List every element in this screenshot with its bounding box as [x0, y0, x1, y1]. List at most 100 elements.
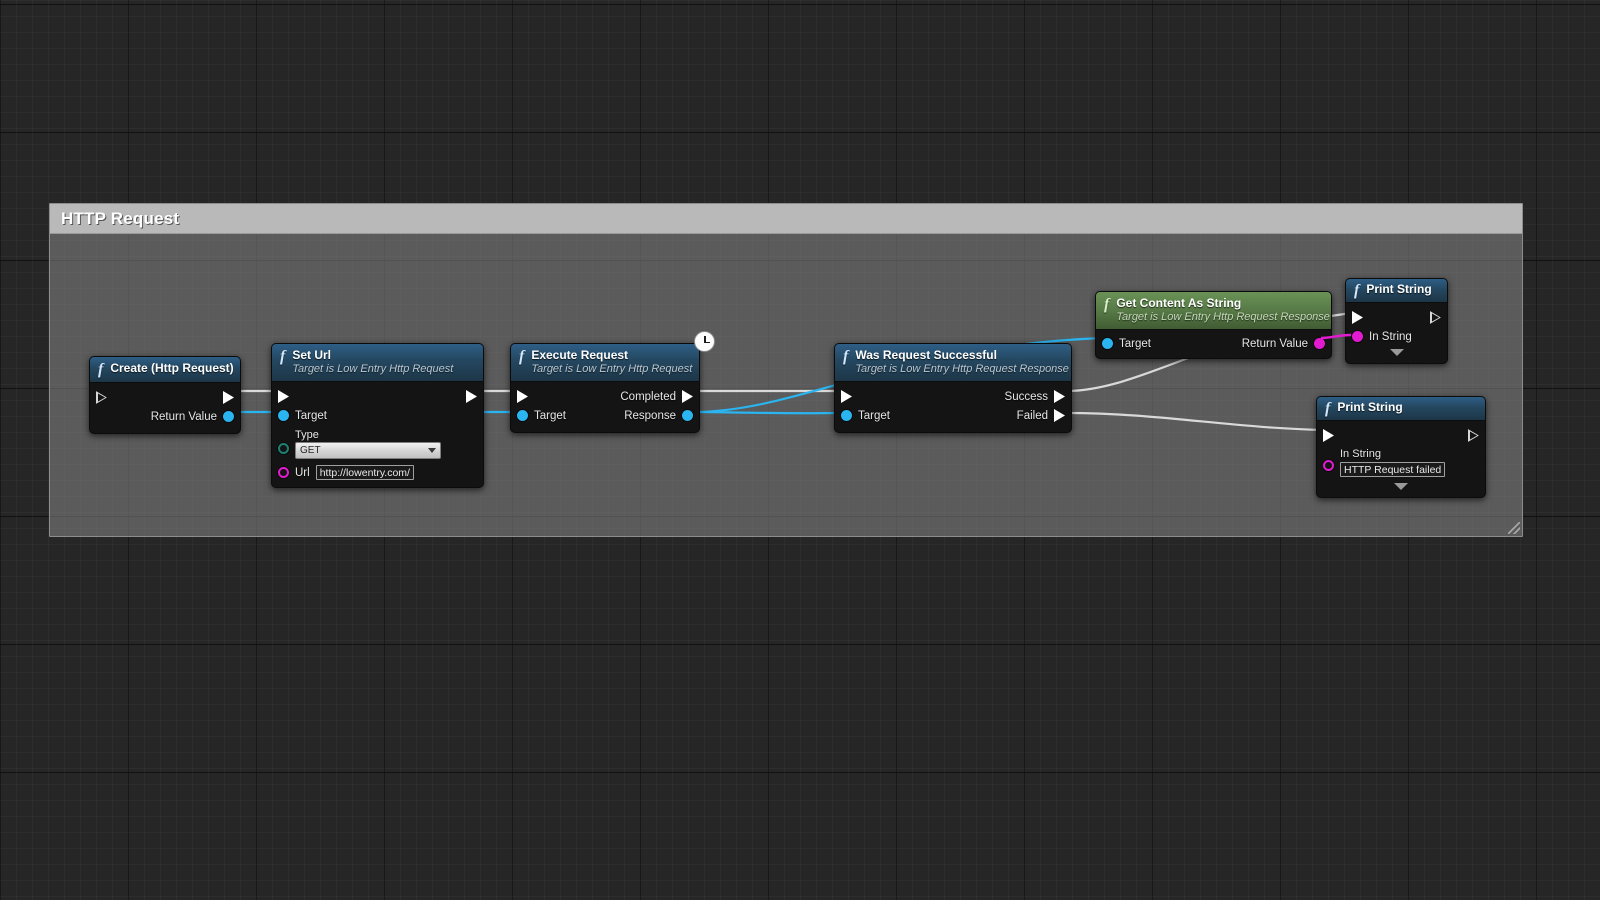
- pin-in-string[interactable]: [1317, 448, 1334, 471]
- pin-label: Completed: [620, 390, 676, 403]
- node-was-request-successful[interactable]: f Was Request Successful Target is Low E…: [834, 343, 1072, 433]
- node-subtitle: Target is Low Entry Http Request Respons…: [855, 363, 1069, 375]
- pin-exec-out[interactable]: [466, 390, 483, 403]
- exec-pin-icon: [1468, 429, 1479, 442]
- pin-label: Url: [295, 466, 310, 479]
- pin-response[interactable]: Response: [624, 410, 699, 422]
- node-header[interactable]: f Get Content As String Target is Low En…: [1096, 292, 1331, 330]
- exec-pin-icon: [1054, 390, 1065, 403]
- string-pin-icon: [1352, 331, 1363, 342]
- exec-pin-icon: [682, 390, 693, 403]
- function-icon: f: [280, 348, 286, 365]
- exec-pin-icon: [466, 390, 477, 403]
- node-title: Print String: [1366, 282, 1432, 296]
- node-header[interactable]: f Create (Http Request): [90, 357, 240, 383]
- node-subtitle: Target is Low Entry Http Request: [292, 363, 454, 375]
- string-pin-icon: [278, 467, 289, 478]
- exec-pin-icon: [1054, 409, 1065, 422]
- pin-exec-out[interactable]: [223, 391, 240, 404]
- pin-url[interactable]: Url: [272, 467, 310, 479]
- exec-pin-icon: [841, 390, 852, 403]
- enum-pin-icon: [278, 443, 289, 454]
- pin-exec-in[interactable]: [272, 390, 289, 403]
- node-header[interactable]: f Print String: [1317, 397, 1485, 421]
- node-subtitle: Target is Low Entry Http Request Respons…: [1116, 311, 1330, 323]
- type-dropdown[interactable]: GET: [295, 442, 441, 459]
- in-string-input[interactable]: HTTP Request failed: [1340, 462, 1446, 477]
- pin-return-value[interactable]: Return Value: [151, 411, 240, 423]
- type-field-label: Type: [295, 429, 319, 441]
- node-create-http-request[interactable]: f Create (Http Request) Return Value: [89, 356, 241, 434]
- pin-label: Response: [624, 409, 676, 422]
- node-set-url[interactable]: f Set Url Target is Low Entry Http Reque…: [271, 343, 484, 488]
- pin-target[interactable]: Target: [835, 410, 890, 422]
- pin-target[interactable]: Target: [1096, 338, 1151, 350]
- expand-advanced-pins-icon[interactable]: [1394, 483, 1408, 490]
- node-title: Print String: [1337, 400, 1403, 414]
- pin-exec-in[interactable]: [90, 391, 107, 404]
- object-pin-icon: [682, 410, 693, 421]
- pin-exec-in[interactable]: [1317, 429, 1334, 442]
- exec-pin-icon: [1352, 311, 1363, 324]
- node-print-string-failed[interactable]: f Print String In String HTTP Request fa…: [1316, 396, 1486, 498]
- exec-pin-icon: [96, 391, 107, 404]
- node-title: Was Request Successful: [855, 348, 997, 362]
- comment-box-header[interactable]: HTTP Request: [50, 204, 1522, 234]
- pin-in-string[interactable]: In String: [1346, 331, 1412, 343]
- pin-label: Return Value: [150, 410, 217, 423]
- string-pin-icon: [1323, 460, 1334, 471]
- node-title: Set Url: [292, 348, 332, 362]
- node-header[interactable]: f Set Url Target is Low Entry Http Reque…: [272, 344, 483, 382]
- pin-label: Target: [1119, 337, 1151, 350]
- pin-exec-out[interactable]: [1468, 429, 1485, 442]
- exec-pin-icon: [278, 390, 289, 403]
- pin-exec-in[interactable]: [1346, 311, 1363, 324]
- pin-target[interactable]: Target: [272, 410, 327, 422]
- pin-return-value[interactable]: Return Value: [1242, 338, 1331, 350]
- url-input[interactable]: http://lowentry.com/: [315, 465, 414, 480]
- node-title: Execute Request: [531, 348, 629, 362]
- function-icon: f: [843, 348, 849, 365]
- function-icon: f: [1104, 296, 1110, 313]
- blueprint-graph-canvas[interactable]: HTTP Request f Create (Http Request) Ret…: [0, 0, 1600, 900]
- node-title: Get Content As String: [1116, 296, 1242, 310]
- node-subtitle: Target is Low Entry Http Request: [531, 363, 693, 375]
- object-pin-icon: [278, 410, 289, 421]
- pin-success[interactable]: Success: [1005, 390, 1071, 403]
- node-body: In String HTTP Request failed: [1317, 421, 1485, 497]
- pin-label: Failed: [1016, 409, 1048, 422]
- node-header[interactable]: f Print String: [1346, 279, 1447, 303]
- expand-advanced-pins-icon[interactable]: [1389, 349, 1404, 356]
- pin-completed[interactable]: Completed: [620, 390, 699, 403]
- exec-pin-icon: [517, 390, 528, 403]
- node-print-string-success[interactable]: f Print String In String: [1345, 278, 1448, 364]
- node-header[interactable]: f Was Request Successful Target is Low E…: [835, 344, 1071, 382]
- comment-resize-handle-icon[interactable]: [1508, 522, 1520, 534]
- object-pin-icon: [1102, 338, 1113, 349]
- pin-exec-in[interactable]: [835, 390, 852, 403]
- in-string-field-label: In String: [1340, 448, 1381, 460]
- pin-label: Return Value: [1241, 337, 1308, 350]
- latent-clock-icon: [694, 331, 715, 352]
- pin-exec-in[interactable]: [511, 390, 528, 403]
- chevron-down-icon: [428, 448, 436, 453]
- node-body: Return Value: [90, 383, 240, 433]
- pin-target[interactable]: Target: [511, 410, 566, 422]
- pin-label: In String: [1369, 330, 1412, 343]
- node-get-content-as-string[interactable]: f Get Content As String Target is Low En…: [1095, 291, 1332, 359]
- node-title: Create (Http Request): [110, 361, 234, 375]
- pin-label: Target: [534, 409, 566, 422]
- string-pin-icon: [1314, 338, 1325, 349]
- pin-label: Target: [858, 409, 890, 422]
- node-header[interactable]: f Execute Request Target is Low Entry Ht…: [511, 344, 699, 382]
- node-body: Target Type GET Url http://lowentry.com/: [272, 382, 483, 487]
- node-body: Completed Target Response: [511, 382, 699, 432]
- comment-box-title: HTTP Request: [61, 208, 180, 228]
- node-execute-request[interactable]: f Execute Request Target is Low Entry Ht…: [510, 331, 715, 433]
- function-icon: f: [519, 348, 525, 365]
- node-body: Target Return Value: [1096, 330, 1331, 358]
- pin-exec-out[interactable]: [1430, 311, 1447, 324]
- pin-failed[interactable]: Failed: [1017, 409, 1071, 422]
- function-icon: f: [98, 361, 104, 378]
- pin-type[interactable]: [272, 429, 289, 454]
